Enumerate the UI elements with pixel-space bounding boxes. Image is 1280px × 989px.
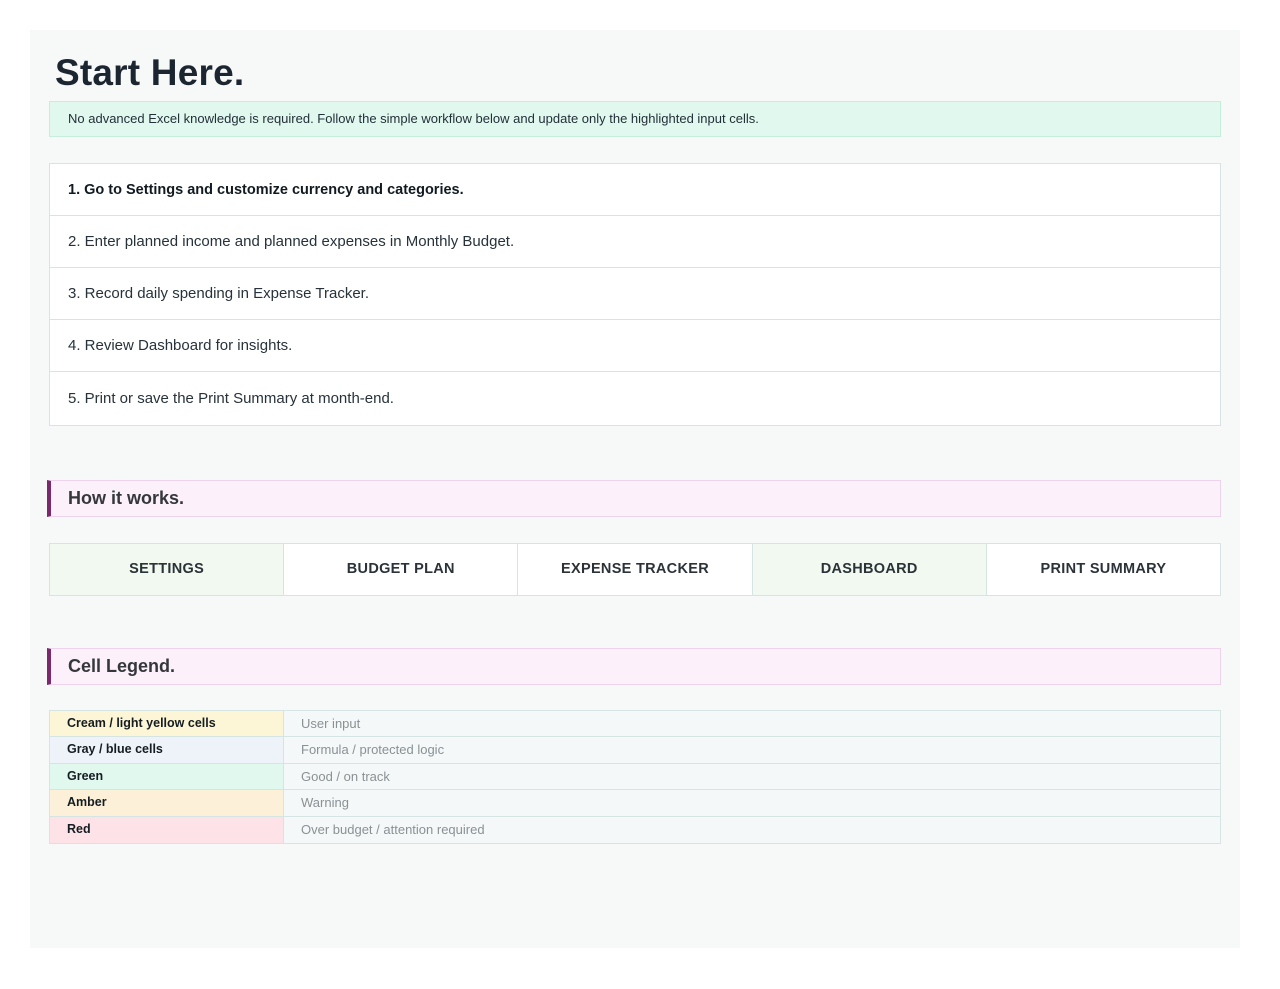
- cell-legend-table: Cream / light yellow cells User input Gr…: [49, 710, 1221, 844]
- legend-key-cream[interactable]: Cream / light yellow cells: [50, 711, 284, 737]
- step-1[interactable]: 1. Go to Settings and customize currency…: [50, 164, 1220, 216]
- flow-expense-tracker[interactable]: EXPENSE TRACKER: [518, 544, 753, 595]
- legend-row: Green Good / on track: [50, 763, 1220, 791]
- how-it-works-heading: How it works.: [47, 480, 1221, 517]
- workflow-row: SETTINGS BUDGET PLAN EXPENSE TRACKER DAS…: [49, 543, 1221, 596]
- legend-value-amber[interactable]: Warning: [284, 790, 1220, 816]
- legend-row: Red Over budget / attention required: [50, 816, 1220, 843]
- legend-value-gray-blue[interactable]: Formula / protected logic: [284, 737, 1220, 763]
- step-4[interactable]: 4. Review Dashboard for insights.: [50, 320, 1220, 372]
- worksheet: Start Here. No advanced Excel knowledge …: [30, 30, 1240, 948]
- step-2[interactable]: 2. Enter planned income and planned expe…: [50, 216, 1220, 268]
- page-title: Start Here.: [55, 52, 245, 93]
- cell-legend-heading: Cell Legend.: [47, 648, 1221, 685]
- flow-dashboard[interactable]: DASHBOARD: [752, 544, 987, 595]
- legend-value-red[interactable]: Over budget / attention required: [284, 816, 1220, 843]
- legend-row: Amber Warning: [50, 790, 1220, 817]
- legend-row: Gray / blue cells Formula / protected lo…: [50, 737, 1220, 764]
- legend-row: Cream / light yellow cells User input: [50, 711, 1220, 738]
- legend-value-green[interactable]: Good / on track: [284, 763, 1220, 790]
- legend-key-red[interactable]: Red: [50, 816, 284, 843]
- step-3[interactable]: 3. Record daily spending in Expense Trac…: [50, 268, 1220, 320]
- intro-banner: No advanced Excel knowledge is required.…: [49, 101, 1221, 137]
- flow-settings[interactable]: SETTINGS: [50, 544, 285, 595]
- legend-key-green[interactable]: Green: [50, 763, 284, 790]
- step-5[interactable]: 5. Print or save the Print Summary at mo…: [50, 372, 1220, 425]
- legend-key-amber[interactable]: Amber: [50, 790, 284, 816]
- legend-value-cream[interactable]: User input: [284, 711, 1220, 737]
- steps-list: 1. Go to Settings and customize currency…: [49, 163, 1221, 426]
- legend-key-gray-blue[interactable]: Gray / blue cells: [50, 737, 284, 763]
- flow-print-summary[interactable]: PRINT SUMMARY: [987, 544, 1220, 595]
- flow-budget-plan[interactable]: BUDGET PLAN: [284, 544, 519, 595]
